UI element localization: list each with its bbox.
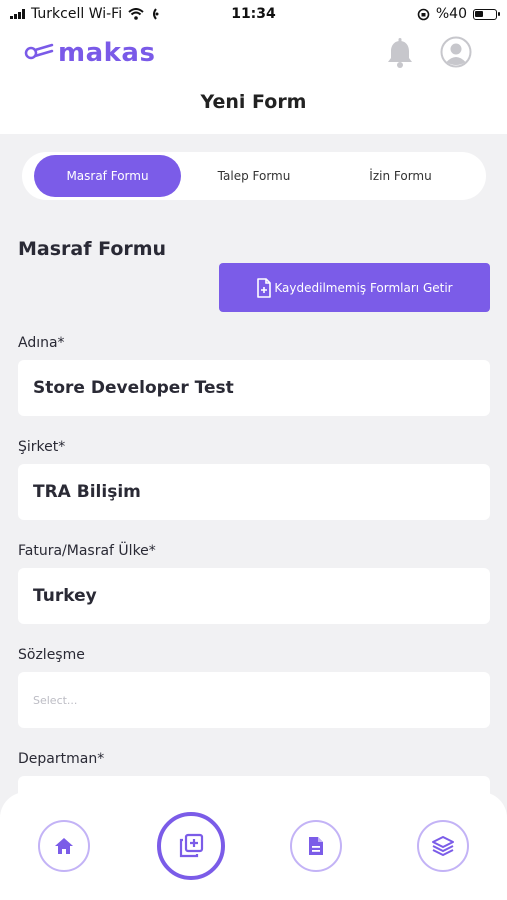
sozlesme-placeholder: Select...	[33, 693, 78, 707]
bottom-nav	[0, 792, 507, 900]
new-form-icon	[179, 833, 204, 858]
get-unsaved-forms-button[interactable]: Kaydedilmemiş Formları Getir	[219, 263, 490, 312]
status-right: %40	[417, 6, 500, 22]
document-icon	[309, 837, 323, 855]
orientation-lock-icon	[417, 8, 430, 20]
user-avatar-icon	[440, 36, 472, 68]
adina-value: Store Developer Test	[33, 378, 234, 398]
battery-percent: %40	[435, 6, 467, 22]
logo-text: makas	[58, 38, 156, 68]
add-file-icon	[257, 277, 272, 298]
form-section-title: Masraf Formu	[18, 238, 167, 260]
status-bar: Turkcell Wi-Fi 11:34 %40	[0, 0, 507, 28]
home-icon	[55, 838, 73, 854]
get-unsaved-forms-label: Kaydedilmemiş Formları Getir	[274, 280, 453, 295]
sozlesme-select[interactable]: Select...	[18, 672, 490, 728]
nav-layers-button[interactable]	[417, 820, 469, 872]
sirket-field[interactable]: TRA Bilişim	[18, 464, 490, 520]
sirket-label: Şirket*	[18, 439, 66, 455]
bell-icon	[388, 38, 412, 68]
fatura-ulke-value: Turkey	[33, 586, 97, 606]
nav-home-button[interactable]	[38, 820, 90, 872]
notifications-button[interactable]	[386, 38, 414, 72]
profile-button[interactable]	[440, 36, 472, 72]
nav-new-form-button[interactable]	[157, 812, 225, 880]
app-header: makas Yeni Form	[0, 28, 507, 134]
sirket-value: TRA Bilişim	[33, 482, 141, 502]
page-title: Yeni Form	[200, 91, 307, 113]
fatura-ulke-field[interactable]: Turkey	[18, 568, 490, 624]
departman-label: Departman*	[18, 751, 105, 767]
fatura-ulke-label: Fatura/Masraf Ülke*	[18, 543, 156, 559]
battery-icon	[473, 8, 500, 20]
form-type-tabs: Masraf Formu Talep Formu İzin Formu	[22, 152, 486, 200]
adina-label: Adına*	[18, 335, 65, 351]
tab-izin-formu[interactable]: İzin Formu	[327, 155, 474, 197]
sozlesme-label: Sözleşme	[18, 647, 85, 663]
adina-field[interactable]: Store Developer Test	[18, 360, 490, 416]
tab-talep-formu[interactable]: Talep Formu	[184, 155, 324, 197]
nav-documents-button[interactable]	[290, 820, 342, 872]
scissors-logo-icon	[24, 43, 54, 60]
layers-icon	[432, 836, 454, 856]
tab-masraf-formu[interactable]: Masraf Formu	[34, 155, 181, 197]
app-logo[interactable]: makas	[24, 38, 155, 68]
